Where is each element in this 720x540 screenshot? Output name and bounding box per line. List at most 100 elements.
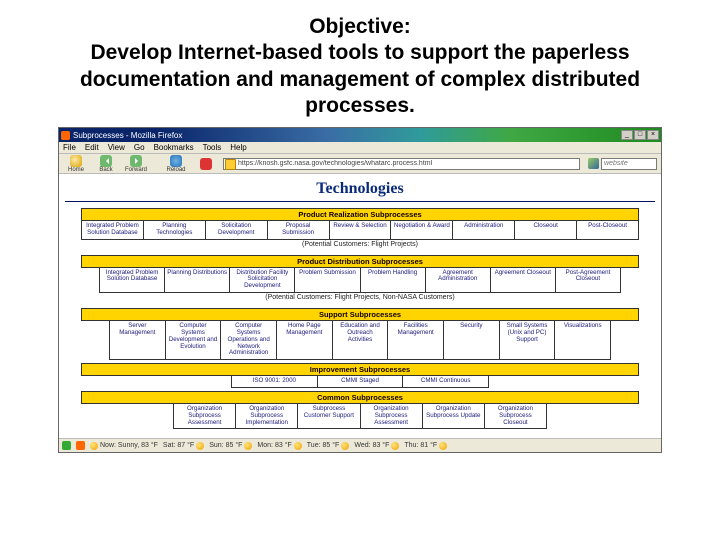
forward-button[interactable]: Forward: [123, 155, 149, 173]
cell[interactable]: Organization Subprocess Closeout: [485, 404, 547, 429]
section-header: Support Subprocesses: [81, 308, 639, 321]
sun-icon: [196, 442, 204, 450]
stop-icon: [200, 158, 212, 170]
close-button[interactable]: ×: [647, 130, 659, 140]
section-improvement: Improvement Subprocesses ISO 9001: 2000 …: [81, 363, 639, 388]
cell[interactable]: ISO 9001: 2000: [232, 376, 318, 388]
cell[interactable]: Integrated Problem Solution Database: [100, 268, 165, 293]
status-icon: [62, 441, 71, 450]
address-bar-container: [223, 158, 580, 170]
section-product-distribution: Product Distribution Subprocesses Integr…: [81, 255, 639, 305]
app-icon: [61, 131, 70, 140]
section-common: Common Subprocesses Organization Subproc…: [81, 391, 639, 429]
sun-icon: [341, 442, 349, 450]
menu-go[interactable]: Go: [134, 143, 145, 152]
home-label: Home: [68, 167, 84, 173]
section-header: Product Distribution Subprocesses: [81, 255, 639, 268]
cell[interactable]: Problem Submission: [295, 268, 360, 293]
cell[interactable]: Negotiation & Award: [391, 221, 453, 240]
section-row: Integrated Problem Solution Database Pla…: [81, 221, 639, 240]
weather-day: Tue: 85 °F: [307, 442, 350, 450]
menu-help[interactable]: Help: [230, 143, 246, 152]
cell[interactable]: Small Systems (Unix and PC) Support: [500, 321, 556, 360]
reload-button[interactable]: Reload: [163, 155, 189, 173]
cell[interactable]: Security: [444, 321, 500, 360]
cell[interactable]: Administration: [453, 221, 515, 240]
cell[interactable]: Home Page Management: [277, 321, 333, 360]
home-icon: [70, 155, 82, 167]
cell[interactable]: Organization Subprocess Assessment: [174, 404, 236, 429]
forward-label: Forward: [125, 167, 147, 173]
weather-day: Mon: 83 °F: [257, 442, 301, 450]
cell[interactable]: Server Management: [110, 321, 166, 360]
cell[interactable]: Agreement Closeout: [491, 268, 556, 293]
cell[interactable]: Organization Subprocess Update: [423, 404, 485, 429]
sun-icon: [391, 442, 399, 450]
cell[interactable]: Post-Closeout: [577, 221, 639, 240]
back-label: Back: [99, 167, 112, 173]
cell[interactable]: Computer Systems Operations and Network …: [221, 321, 277, 360]
cell[interactable]: Distribution Facility Solicitation Devel…: [230, 268, 295, 293]
slide-heading: Objective: Develop Internet-based tools …: [0, 0, 720, 125]
cell[interactable]: Review & Selection: [330, 221, 392, 240]
page-content: Technologies Product Realization Subproc…: [59, 174, 661, 438]
section-row: Integrated Problem Solution Database Pla…: [99, 268, 621, 293]
cell[interactable]: Planning Technologies: [144, 221, 206, 240]
sun-icon: [439, 442, 447, 450]
menu-file[interactable]: File: [63, 143, 76, 152]
menu-view[interactable]: View: [108, 143, 125, 152]
cell[interactable]: Education and Outreach Activities: [333, 321, 389, 360]
section-row: Server Management Computer Systems Devel…: [109, 321, 611, 360]
minimize-button[interactable]: _: [621, 130, 633, 140]
menubar: File Edit View Go Bookmarks Tools Help: [59, 142, 661, 154]
window-title: Subprocesses - Mozilla Firefox: [73, 131, 621, 140]
menu-tools[interactable]: Tools: [203, 143, 222, 152]
alert-icon: [76, 441, 85, 450]
section-row: ISO 9001: 2000 CMMI Staged CMMI Continuo…: [231, 376, 489, 388]
menu-edit[interactable]: Edit: [85, 143, 99, 152]
section-note: (Potential Customers: Flight Projects): [81, 240, 639, 252]
slide-title-line2: Develop Internet-based tools to support …: [40, 40, 680, 119]
cell[interactable]: Post-Agreement Closeout: [556, 268, 621, 293]
forward-icon: [130, 155, 142, 167]
cell[interactable]: Organization Subprocess Implementation: [236, 404, 298, 429]
cell[interactable]: Subprocess Customer Support: [298, 404, 360, 429]
cell[interactable]: Organization Subprocess Assessment: [361, 404, 423, 429]
cell[interactable]: Visualizations: [555, 321, 611, 360]
maximize-button[interactable]: □: [634, 130, 646, 140]
cell[interactable]: Proposal Submission: [268, 221, 330, 240]
weather-day: Thu: 81 °F: [404, 442, 447, 450]
cell[interactable]: Integrated Problem Solution Database: [82, 221, 144, 240]
address-bar[interactable]: [223, 158, 580, 170]
back-icon: [100, 155, 112, 167]
browser-window: Subprocesses - Mozilla Firefox _ □ × Fil…: [58, 127, 662, 453]
home-button[interactable]: Home: [63, 155, 89, 173]
slide-title-line1: Objective:: [40, 14, 680, 40]
reload-icon: [170, 155, 182, 167]
search-engine-icon[interactable]: [588, 158, 599, 169]
cell[interactable]: Problem Handling: [361, 268, 426, 293]
cell[interactable]: Planning Distributions: [165, 268, 230, 293]
sun-icon: [90, 442, 98, 450]
search-input[interactable]: [601, 158, 657, 170]
cell[interactable]: CMMI Staged: [318, 376, 404, 388]
search-container: [588, 158, 657, 170]
weather-day: Sun: 85 °F: [209, 442, 252, 450]
back-button[interactable]: Back: [93, 155, 119, 173]
weather-now-text: Now: Sunny, 83 °F: [100, 442, 158, 449]
sun-icon: [244, 442, 252, 450]
cell[interactable]: Agreement Administration: [426, 268, 491, 293]
section-note: (Potential Customers: Flight Projects, N…: [81, 293, 639, 305]
section-product-realization: Product Realization Subprocesses Integra…: [81, 208, 639, 252]
cell[interactable]: Computer Systems Development and Evoluti…: [166, 321, 222, 360]
reload-label: Reload: [166, 167, 185, 173]
stop-button[interactable]: [193, 158, 219, 170]
section-header: Common Subprocesses: [81, 391, 639, 404]
cell[interactable]: Solicitation Development: [206, 221, 268, 240]
cell[interactable]: Closeout: [515, 221, 577, 240]
weather-day: Sat: 87 °F: [163, 442, 204, 450]
cell[interactable]: CMMI Continuous: [403, 376, 489, 388]
menu-bookmarks[interactable]: Bookmarks: [154, 143, 194, 152]
titlebar: Subprocesses - Mozilla Firefox _ □ ×: [59, 128, 661, 142]
cell[interactable]: Facilities Management: [388, 321, 444, 360]
